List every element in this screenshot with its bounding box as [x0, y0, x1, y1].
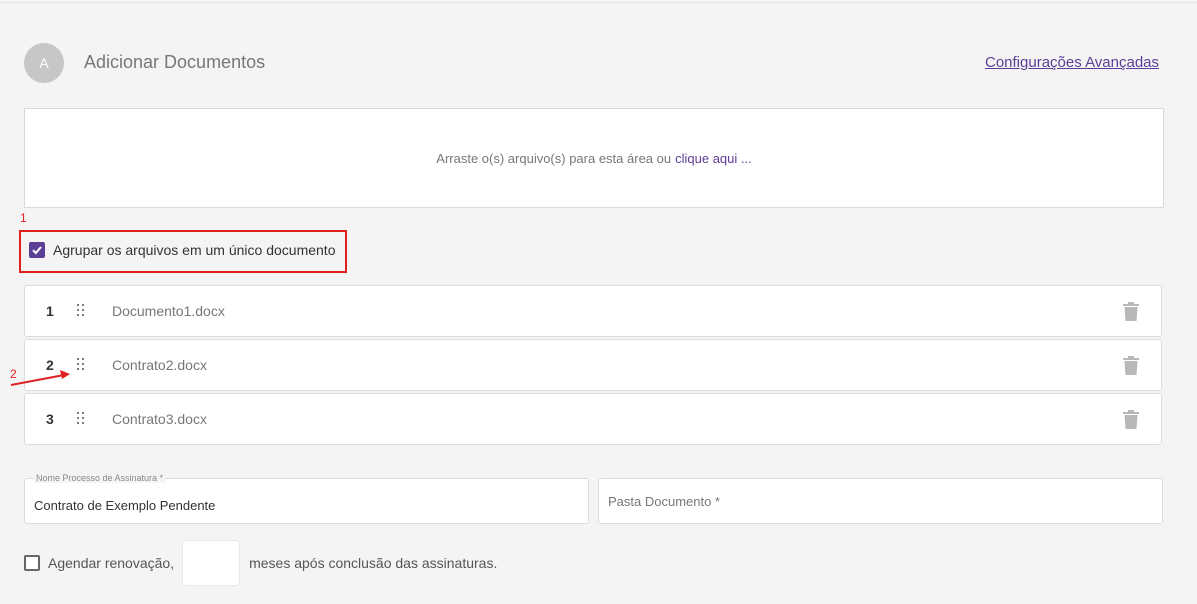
drag-handle-icon[interactable]	[77, 304, 85, 318]
renewal-months-input[interactable]	[182, 540, 241, 586]
trash-icon[interactable]	[1123, 302, 1139, 321]
renewal-label: Agendar renovação,	[48, 555, 175, 571]
advanced-settings-link[interactable]: Configurações Avançadas	[985, 54, 1159, 71]
file-row[interactable]: 1 Documento1.docx	[24, 285, 1162, 337]
drag-handle-icon[interactable]	[77, 412, 85, 426]
file-row[interactable]: 2 Contrato2.docx	[24, 339, 1162, 391]
dropzone-text: Arraste o(s) arquivo(s) para esta área o…	[436, 150, 672, 166]
file-order-number: 1	[46, 303, 54, 319]
file-order-number: 3	[46, 411, 54, 427]
dropzone-click-link[interactable]: clique aqui ...	[675, 151, 752, 166]
group-files-checkbox[interactable]	[29, 242, 45, 258]
annotation-arrow-icon	[10, 370, 70, 386]
section-avatar: A	[24, 43, 64, 83]
renewal-option: Agendar renovação, meses após conclusão …	[24, 539, 497, 587]
process-name-field[interactable]: Contrato de Exemplo Pendente	[24, 478, 589, 524]
group-files-label: Agrupar os arquivos em um único document…	[53, 242, 336, 258]
top-divider	[0, 2, 1197, 3]
renewal-checkbox[interactable]	[24, 555, 40, 571]
drag-handle-icon[interactable]	[77, 358, 85, 372]
renewal-suffix: meses após conclusão das assinaturas.	[249, 555, 498, 571]
group-files-option[interactable]: Agrupar os arquivos em um único document…	[29, 242, 335, 258]
process-name-value[interactable]: Contrato de Exemplo Pendente	[34, 498, 215, 513]
section-title: Adicionar Documentos	[84, 52, 266, 72]
checkmark-icon	[32, 246, 42, 255]
trash-icon[interactable]	[1123, 356, 1139, 375]
file-name: Contrato2.docx	[112, 357, 207, 373]
file-dropzone[interactable]: Arraste o(s) arquivo(s) para esta área o…	[24, 108, 1164, 208]
trash-icon[interactable]	[1123, 410, 1139, 429]
file-name: Contrato3.docx	[112, 411, 207, 427]
file-name: Documento1.docx	[112, 303, 225, 319]
annotation-number-1: 1	[20, 211, 27, 225]
file-row[interactable]: 3 Contrato3.docx	[24, 393, 1162, 445]
folder-placeholder: Pasta Documento *	[608, 494, 721, 509]
process-name-label: Nome Processo de Assinatura *	[34, 473, 166, 483]
folder-field[interactable]: Pasta Documento *	[598, 478, 1163, 524]
